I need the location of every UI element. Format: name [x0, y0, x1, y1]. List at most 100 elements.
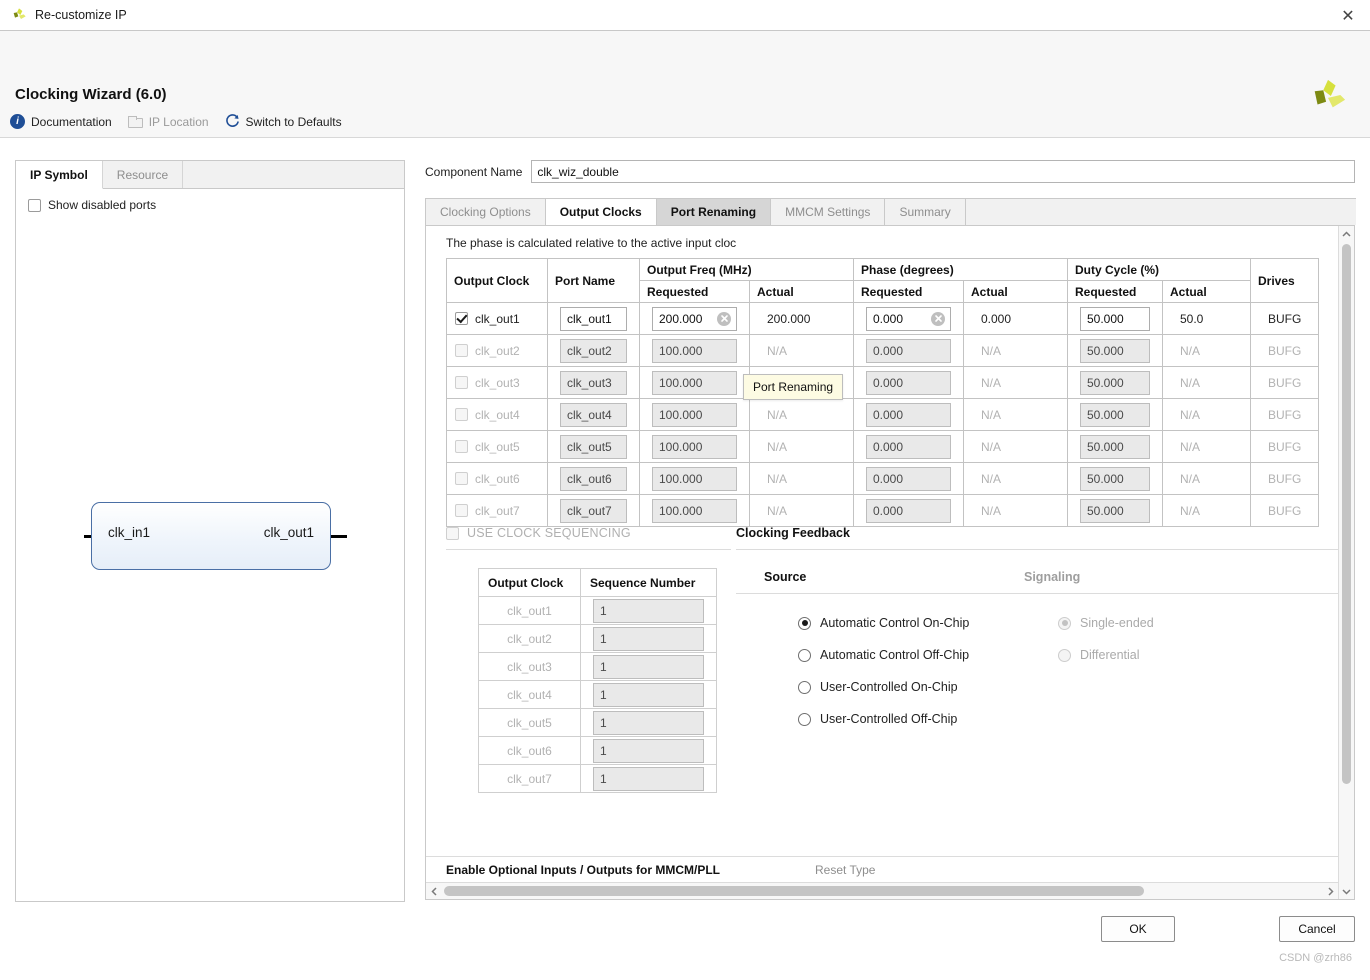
- clock-enable-checkbox[interactable]: [455, 472, 468, 485]
- cell-seq-clock: clk_out1: [478, 596, 581, 625]
- radio-button[interactable]: [798, 712, 811, 726]
- clock-enable-checkbox[interactable]: [455, 312, 468, 325]
- scroll-down-icon[interactable]: [1342, 883, 1351, 899]
- table-row: clk_out4 clk_out4 100.000 N/A 0.000 N/A 50.000…: [446, 398, 1319, 431]
- clock-enable-row[interactable]: clk_out3: [447, 367, 547, 398]
- field-value: 100.000: [659, 343, 703, 358]
- col-phase: Phase (degrees): [853, 258, 1068, 281]
- clock-enable-checkbox[interactable]: [455, 344, 468, 357]
- col-phase-requested: Requested: [853, 280, 964, 303]
- show-disabled-ports-checkbox[interactable]: [28, 198, 41, 212]
- clock-enable-checkbox[interactable]: [455, 440, 468, 453]
- vertical-scroll-thumb[interactable]: [1342, 244, 1351, 784]
- dialog-body: IP Symbol Resource Show disabled ports c…: [0, 138, 1370, 980]
- seq-col-output-clock: Output Clock: [478, 568, 581, 597]
- seq-clock-label: clk_out3: [507, 659, 552, 674]
- close-icon[interactable]: ✕: [1326, 0, 1370, 31]
- cell-phase-requested: 0.000: [853, 334, 964, 367]
- vertical-scrollbar[interactable]: [1338, 226, 1354, 899]
- radio-option[interactable]: User-Controlled Off-Chip: [798, 712, 996, 726]
- field-value: 50.000: [1087, 407, 1124, 422]
- radio-option[interactable]: Automatic Control On-Chip: [798, 616, 996, 630]
- feedback-divider: [736, 549, 1338, 550]
- radio-option[interactable]: User-Controlled On-Chip: [798, 680, 996, 694]
- readonly-value: 50.0: [1180, 311, 1204, 326]
- refresh-icon: [225, 114, 239, 127]
- horizontal-scroll-thumb[interactable]: [444, 886, 1144, 896]
- clock-enable-row[interactable]: clk_out1: [447, 303, 547, 334]
- cell-phase-requested: 0.000: [853, 366, 964, 399]
- cell-drives: BUFG: [1250, 334, 1319, 367]
- symbol-output-label: clk_out1: [263, 525, 314, 540]
- radio-option[interactable]: Automatic Control Off-Chip: [798, 648, 996, 662]
- radio-button[interactable]: [798, 616, 811, 630]
- documentation-link[interactable]: i Documentation: [10, 114, 112, 129]
- value-field: clk_out6: [560, 466, 627, 491]
- ok-button[interactable]: OK: [1101, 916, 1175, 942]
- tab-summary[interactable]: Summary: [884, 198, 966, 225]
- value-field[interactable]: 0.000: [866, 306, 951, 331]
- value-field[interactable]: 50.000: [1080, 306, 1150, 331]
- show-disabled-ports-row[interactable]: Show disabled ports: [16, 189, 404, 212]
- ip-location-link[interactable]: IP Location: [127, 115, 209, 129]
- cell-seq-number: 1: [580, 708, 717, 737]
- value-field: 0.000: [866, 498, 951, 523]
- field-value: 1: [600, 743, 607, 758]
- clock-enable-row[interactable]: clk_out4: [447, 399, 547, 430]
- clock-enable-row[interactable]: clk_out7: [447, 495, 547, 526]
- horizontal-scrollbar[interactable]: [426, 882, 1338, 899]
- settings-tabbar-filler: [964, 198, 1356, 225]
- cell-duty-requested: 50.000: [1067, 398, 1163, 431]
- radio-button[interactable]: [798, 648, 811, 662]
- readonly-value: BUFG: [1268, 311, 1302, 326]
- clear-value-icon[interactable]: [931, 311, 945, 326]
- tab-resource[interactable]: Resource: [103, 161, 184, 188]
- cell-duty-requested: 50.000: [1067, 334, 1163, 367]
- scroll-up-icon[interactable]: [1342, 226, 1351, 242]
- tab-ip-symbol[interactable]: IP Symbol: [16, 161, 103, 189]
- value-field: clk_out5: [560, 434, 627, 459]
- clock-enable-checkbox[interactable]: [455, 504, 468, 517]
- radio-button[interactable]: [798, 680, 811, 694]
- field-value: 50.000: [1087, 439, 1124, 454]
- cell-freq-requested: 200.000: [639, 302, 750, 335]
- value-field: 100.000: [652, 370, 737, 395]
- cell-output-clock: clk_out7: [446, 494, 548, 527]
- clock-enable-checkbox[interactable]: [455, 408, 468, 421]
- sequence-table-body: clk_out1 1 clk_out2 1 clk_out3 1 clk_out4 1 clk_…: [478, 596, 717, 793]
- tab-output-clocks[interactable]: Output Clocks: [544, 198, 657, 225]
- value-field: clk_out3: [560, 370, 627, 395]
- tab-mmcm-settings[interactable]: MMCM Settings: [770, 198, 886, 225]
- value-field[interactable]: clk_out1: [560, 306, 627, 331]
- tab-clocking-options[interactable]: Clocking Options: [425, 198, 546, 225]
- value-field[interactable]: 200.000: [652, 306, 737, 331]
- cell-freq-requested: 100.000: [639, 462, 750, 495]
- vertical-scroll-track[interactable]: [1339, 242, 1354, 883]
- use-clock-sequencing-row[interactable]: USE CLOCK SEQUENCING: [446, 526, 731, 540]
- scroll-right-icon[interactable]: [1322, 886, 1338, 896]
- clear-value-icon[interactable]: [717, 311, 731, 326]
- component-name-input[interactable]: clk_wiz_double: [531, 160, 1355, 183]
- horizontal-scroll-track[interactable]: [442, 883, 1322, 899]
- clock-enable-row[interactable]: clk_out2: [447, 335, 547, 366]
- clock-enable-row[interactable]: clk_out5: [447, 431, 547, 462]
- field-value: 50.000: [1087, 471, 1124, 486]
- use-clock-sequencing-checkbox[interactable]: [446, 526, 459, 540]
- cell-port-name: clk_out1: [547, 302, 640, 335]
- output-clock-table-body: clk_out1 clk_out1 200.000 200.000 0.000 0.000…: [446, 302, 1319, 527]
- readonly-value: N/A: [1180, 471, 1201, 486]
- readonly-value: N/A: [1180, 407, 1201, 422]
- switch-to-defaults-link[interactable]: Switch to Defaults: [225, 114, 342, 129]
- tab-port-renaming[interactable]: Port Renaming: [655, 198, 772, 225]
- value-field: 0.000: [866, 338, 951, 363]
- configuration-panel: Component Name clk_wiz_double Clocking O…: [425, 160, 1356, 900]
- field-value: 1: [600, 771, 607, 786]
- scroll-left-icon[interactable]: [426, 886, 442, 896]
- clock-enable-row[interactable]: clk_out6: [447, 463, 547, 494]
- readonly-value: N/A: [981, 439, 1002, 454]
- cancel-button[interactable]: Cancel: [1279, 916, 1355, 942]
- clocking-feedback-section: Clocking Feedback Source Automatic Contr…: [736, 526, 1338, 726]
- cell-freq-requested: 100.000: [639, 494, 750, 527]
- clock-enable-checkbox[interactable]: [455, 376, 468, 389]
- cell-duty-requested: 50.000: [1067, 462, 1163, 495]
